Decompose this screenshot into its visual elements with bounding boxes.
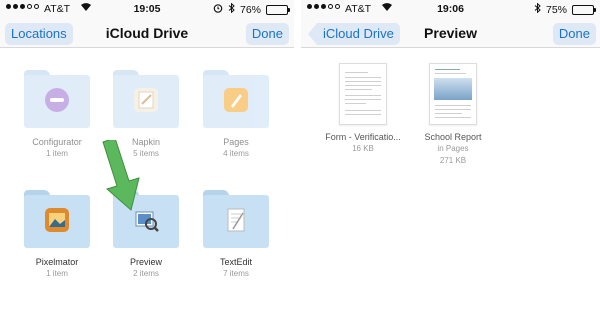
status-bar: AT&T 19:05 76%	[0, 0, 294, 18]
folder-configurator[interactable]: Configurator 1 item	[22, 70, 92, 158]
document-name: School Report	[424, 132, 482, 142]
document-thumbnail	[339, 63, 387, 125]
alarm-icon	[213, 3, 223, 16]
bluetooth-icon	[534, 2, 541, 16]
document-name: Form - Verificatio...	[325, 132, 401, 142]
napkin-app-icon	[132, 86, 160, 114]
folder-name: Configurator	[32, 137, 82, 147]
battery-icon	[266, 4, 290, 15]
done-button[interactable]: Done	[245, 23, 289, 45]
folder-pixelmator[interactable]: Pixelmator 1 item	[22, 190, 92, 278]
battery-percent: 76%	[239, 3, 261, 16]
battery-percent: 75%	[545, 3, 567, 16]
configurator-app-icon	[43, 86, 71, 114]
document-size: 271 KB	[439, 156, 467, 165]
status-bar: AT&T 19:06 75%	[301, 0, 600, 18]
document-location: in Pages	[437, 144, 469, 153]
document-school-report[interactable]: School Report in Pages 271 KB	[408, 63, 498, 166]
navigation-bar: Locations iCloud Drive Done	[0, 18, 294, 48]
folder-name: TextEdit	[219, 257, 252, 267]
folder-item-count: 4 items	[223, 149, 249, 158]
navigation-bar: iCloud Drive Preview Done	[301, 18, 600, 48]
bluetooth-icon	[228, 2, 235, 16]
pages-app-icon	[222, 86, 250, 114]
textedit-app-icon	[222, 206, 250, 234]
folder-item-count: 2 items	[133, 269, 159, 278]
document-form-verification[interactable]: Form - Verificatio... 16 KB	[318, 63, 408, 154]
folder-name: Preview	[129, 257, 162, 267]
document-size: 16 KB	[352, 144, 374, 153]
green-arrow-icon	[102, 140, 140, 211]
battery-icon	[572, 4, 596, 15]
folder-item-count: 7 items	[223, 269, 249, 278]
folder-item-count: 1 item	[46, 269, 68, 278]
preview-folder-screen: AT&T 19:06 75% iCloud Drive Preview Done	[301, 0, 600, 321]
folder-name: Pixelmator	[35, 257, 79, 267]
folder-name: Pages	[223, 137, 249, 147]
screen-divider	[294, 0, 301, 321]
icloud-drive-screen: AT&T 19:05 76% Locations iCloud Drive Do…	[0, 0, 294, 321]
done-button[interactable]: Done	[552, 23, 596, 45]
folder-textedit[interactable]: TextEdit 7 items	[201, 190, 271, 278]
folder-pages[interactable]: Pages 4 items	[201, 70, 271, 158]
document-thumbnail	[429, 63, 477, 125]
folder-item-count: 1 item	[46, 149, 68, 158]
pixelmator-app-icon	[43, 206, 71, 234]
